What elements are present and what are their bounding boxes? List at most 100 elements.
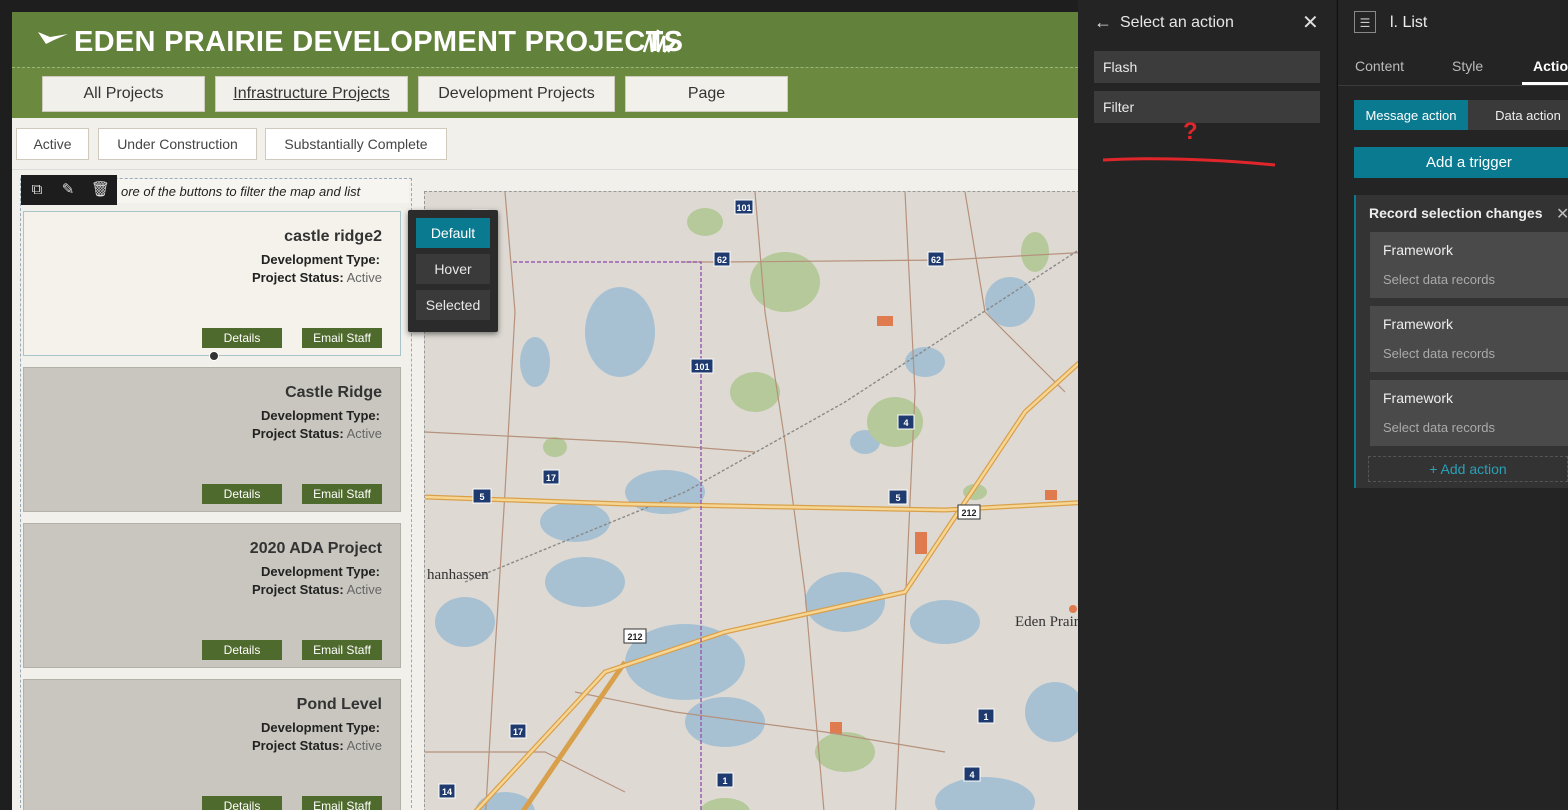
- trigger-title: Record selection changes: [1369, 205, 1543, 221]
- details-button[interactable]: Details: [202, 328, 282, 348]
- development-type-label: Development Type:: [261, 720, 380, 735]
- svg-text:101: 101: [694, 362, 709, 372]
- project-name: 2020 ADA Project: [249, 540, 382, 557]
- filter-bar: Active Under Construction Substantially …: [12, 118, 1078, 170]
- subtab-data-action[interactable]: Data action: [1468, 100, 1568, 130]
- email-staff-button[interactable]: Email Staff: [302, 328, 382, 348]
- filter-under-construction-button[interactable]: Under Construction: [98, 128, 257, 160]
- route-shield: 212: [957, 504, 981, 520]
- add-action-button[interactable]: + Add action: [1368, 456, 1568, 482]
- nav-page[interactable]: Page: [625, 76, 788, 112]
- svg-text:14: 14: [442, 787, 452, 797]
- lakes: [435, 277, 1078, 810]
- action-panel-title: Select an action: [1120, 14, 1234, 31]
- map-view[interactable]: 82 101 62 62 101 4 17 5 5 212 212 17 1 1…: [424, 191, 1078, 810]
- details-button[interactable]: Details: [202, 796, 282, 810]
- state-selector-popup: Default Hover Selected: [408, 210, 498, 332]
- highways: [425, 360, 1078, 810]
- route-shield: 1: [716, 772, 734, 788]
- close-icon[interactable]: ✕: [1556, 204, 1568, 224]
- tab-style[interactable]: Style: [1452, 58, 1483, 74]
- state-default-button[interactable]: Default: [416, 218, 490, 248]
- state-hover-button[interactable]: Hover: [416, 254, 490, 284]
- action-option-flash[interactable]: Flash: [1094, 51, 1320, 83]
- svg-text:101: 101: [736, 203, 751, 213]
- map-canvas: 82 101 62 62 101 4 17 5 5 212 212 17 1 1…: [425, 192, 1078, 810]
- divider: [1338, 85, 1568, 86]
- svg-text:5: 5: [479, 492, 484, 502]
- route-shield: 4: [963, 766, 981, 782]
- svg-text:1: 1: [983, 712, 988, 722]
- list-item[interactable]: 2020 ADA Project Development Type: Proje…: [23, 523, 401, 668]
- list-widget: ore of the buttons to filter the map and…: [20, 175, 412, 810]
- nav-all-projects[interactable]: All Projects: [42, 76, 205, 112]
- annotation-underline: [1102, 157, 1276, 167]
- page-title: EDEN PRAIRIE DEVELOPMENT PROJECTS: [74, 26, 684, 58]
- list-item[interactable]: Pond Level Development Type: Project Sta…: [23, 679, 401, 810]
- development-type-label: Development Type:: [261, 564, 380, 579]
- subtab-message-action[interactable]: Message action: [1354, 100, 1468, 130]
- app-header: EDEN PRAIRIE DEVELOPMENT PROJECTS: [12, 12, 1078, 67]
- route-shield: 5: [472, 488, 492, 504]
- development-sites: [830, 316, 1077, 734]
- route-shield: 101: [690, 358, 714, 374]
- email-staff-button[interactable]: Email Staff: [302, 640, 382, 660]
- svg-text:17: 17: [546, 473, 556, 483]
- filter-substantially-complete-button[interactable]: Substantially Complete: [265, 128, 447, 160]
- route-shield: 17: [509, 723, 527, 739]
- svg-text:4: 4: [969, 770, 974, 780]
- map-label-chanhassen: hanhassen: [427, 567, 489, 583]
- widget-toolbar: ⧉ ✎ 🗑: [21, 175, 117, 205]
- project-status: Project Status: Active: [251, 270, 382, 285]
- nav-development-projects[interactable]: Development Projects: [418, 76, 615, 112]
- list-widget-icon: ☰: [1354, 11, 1376, 33]
- widget-name: l. List: [1390, 14, 1428, 31]
- list-item[interactable]: Castle Ridge Development Type: Project S…: [23, 367, 401, 512]
- details-button[interactable]: Details: [202, 484, 282, 504]
- development-type-label: Development Type:: [261, 252, 380, 267]
- email-staff-button[interactable]: Email Staff: [302, 796, 382, 810]
- edit-icon[interactable]: ✎: [59, 181, 77, 199]
- grass-logo-icon: [642, 29, 678, 53]
- project-status: Project Status: Active: [251, 426, 382, 441]
- email-staff-button[interactable]: Email Staff: [302, 484, 382, 504]
- route-shield: 14: [438, 783, 456, 799]
- nav-infrastructure-projects[interactable]: Infrastructure Projects: [215, 76, 408, 112]
- duplicate-icon[interactable]: ⧉: [28, 181, 46, 199]
- add-trigger-button[interactable]: Add a trigger: [1354, 147, 1568, 178]
- svg-text:5: 5: [895, 493, 900, 503]
- project-name: Pond Level: [296, 696, 382, 713]
- select-action-panel: ← Select an action ✕ Flash Filter ?: [1078, 0, 1336, 810]
- widget-settings-panel: ☰ l. List Content Style Action Message a…: [1337, 0, 1568, 810]
- project-status: Project Status: Active: [251, 582, 382, 597]
- resize-handle[interactable]: [209, 351, 219, 361]
- tab-action[interactable]: Action: [1533, 58, 1568, 74]
- close-icon[interactable]: ✕: [1302, 10, 1319, 35]
- state-selected-button[interactable]: Selected: [416, 290, 490, 320]
- action-item[interactable]: Framework Select data records: [1370, 232, 1568, 298]
- project-status: Project Status: Active: [251, 738, 382, 753]
- svg-text:62: 62: [717, 255, 727, 265]
- svg-text:4: 4: [903, 418, 908, 428]
- action-item[interactable]: Framework Select data records: [1370, 380, 1568, 446]
- bird-logo-icon: [38, 32, 68, 44]
- nav-bar: All Projects Infrastructure Projects Dev…: [12, 67, 1078, 118]
- action-item[interactable]: Framework Select data records: [1370, 306, 1568, 372]
- route-shield: 5: [888, 489, 908, 505]
- details-button[interactable]: Details: [202, 640, 282, 660]
- app-canvas: EDEN PRAIRIE DEVELOPMENT PROJECTS All Pr…: [12, 12, 1078, 810]
- project-name: castle ridge2: [284, 228, 382, 245]
- back-arrow-icon[interactable]: ←: [1094, 12, 1112, 33]
- filter-active-button[interactable]: Active: [16, 128, 89, 160]
- development-type-label: Development Type:: [261, 408, 380, 423]
- route-shield: 62: [713, 251, 731, 267]
- map-label-eden-prairie: Eden Prair: [1015, 614, 1078, 630]
- svg-text:1: 1: [722, 776, 727, 786]
- list-item[interactable]: castle ridge2 Development Type: Project …: [23, 211, 401, 361]
- annotation-question-mark: ?: [1183, 118, 1198, 145]
- tab-content[interactable]: Content: [1355, 58, 1404, 74]
- route-shield: 62: [927, 251, 945, 267]
- action-option-filter[interactable]: Filter: [1094, 91, 1320, 123]
- trash-icon[interactable]: 🗑: [91, 181, 110, 199]
- project-name: Castle Ridge: [285, 384, 382, 401]
